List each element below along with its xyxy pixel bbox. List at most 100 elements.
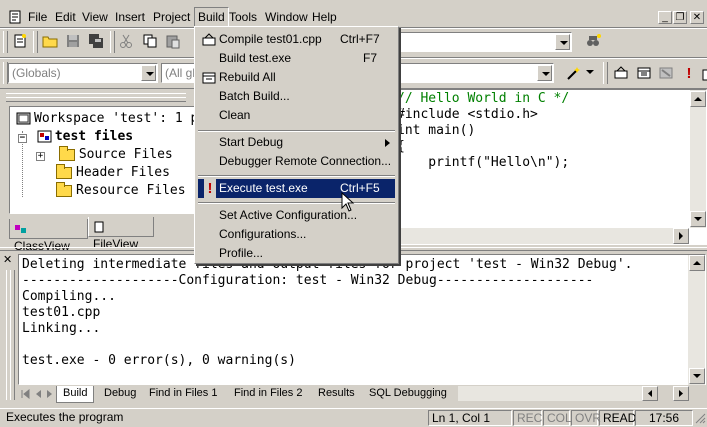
menu-batch-build[interactable]: Batch Build... (198, 87, 395, 106)
size-grip-icon[interactable] (694, 411, 706, 424)
function-combo[interactable] (400, 32, 572, 52)
tab-build[interactable]: Build (56, 386, 95, 403)
tab-find-in-files-1[interactable]: Find in Files 1 (143, 386, 223, 402)
prev-tab-icon[interactable] (33, 388, 43, 398)
output-line: Linking... (22, 321, 101, 336)
tab-classview[interactable]: ClassView (9, 219, 88, 253)
menu-view[interactable]: View (79, 8, 111, 26)
chevron-down-icon[interactable] (555, 34, 570, 50)
scroll-right-icon[interactable] (673, 228, 689, 244)
menu-execute[interactable]: ! Execute test.exe Ctrl+F5 (198, 179, 395, 198)
toolbar-grip (110, 31, 115, 53)
scroll-up-icon[interactable] (690, 91, 706, 107)
scroll-left-icon[interactable] (642, 386, 658, 401)
members-combo[interactable]: (All global members) (161, 63, 196, 83)
breakpoint-hand-icon[interactable] (697, 63, 707, 83)
menu-insert[interactable]: Insert (112, 8, 148, 26)
status-message: Executes the program (6, 410, 124, 424)
menu-edit[interactable]: Edit (52, 8, 79, 26)
menu-clean[interactable]: Clean (198, 106, 395, 125)
menu-tools[interactable]: Tools (226, 8, 260, 26)
tab-fileview[interactable]: FileView (88, 217, 154, 251)
output-window[interactable]: Deleting intermediate files and output f… (18, 254, 706, 385)
open-folder-icon[interactable] (40, 31, 60, 51)
folder-source-files[interactable]: + Source Files (36, 145, 173, 164)
menu-bar: File Edit View Insert Project Build Tool… (0, 3, 707, 29)
folder-header-files[interactable]: Header Files (56, 163, 170, 182)
collapse-icon[interactable]: − (18, 134, 27, 143)
status-read: READ (599, 410, 636, 426)
class-icon (15, 224, 26, 233)
menu-debugger-remote[interactable]: Debugger Remote Connection... (198, 152, 395, 171)
save-all-icon[interactable] (86, 31, 106, 51)
chevron-down-icon[interactable] (586, 70, 594, 74)
execute-exclamation-icon[interactable]: ! (679, 63, 699, 83)
minimize-icon[interactable]: _ (658, 11, 672, 24)
pane-grip[interactable] (10, 270, 15, 400)
code-line: printf("Hello\n"); (397, 155, 570, 170)
menu-profile[interactable]: Profile... (198, 244, 395, 263)
restore-icon[interactable]: ❐ (673, 11, 687, 24)
editor-vertical-scrollbar[interactable] (690, 90, 706, 228)
scroll-right-icon[interactable] (673, 386, 689, 401)
compile-icon[interactable] (611, 63, 631, 83)
workspace-icon (16, 112, 31, 124)
pane-grip[interactable] (6, 97, 186, 102)
chevron-down-icon[interactable] (537, 65, 552, 81)
folder-icon (56, 181, 72, 197)
wizard-wand-icon[interactable] (563, 63, 583, 83)
cut-icon[interactable] (116, 31, 136, 51)
find-in-files-icon[interactable] (583, 31, 603, 51)
menu-compile[interactable]: Compile test01.cpp Ctrl+F7 (198, 30, 395, 49)
code-line: #include <stdio.h> (397, 107, 538, 122)
next-tab-icon[interactable] (45, 388, 55, 398)
close-output-icon[interactable]: ✕ (3, 255, 15, 267)
project-node[interactable]: − test files (18, 128, 133, 146)
tab-find-in-files-2[interactable]: Find in Files 2 (228, 386, 308, 402)
code-line: int main() (397, 123, 476, 138)
toolbar-grip[interactable] (3, 31, 8, 53)
tab-results[interactable]: Results (312, 386, 361, 402)
execute-exclamation-icon: ! (204, 179, 216, 198)
editor-horizontal-scrollbar[interactable] (397, 228, 689, 244)
build-icon[interactable] (634, 63, 654, 83)
status-position: Ln 1, Col 1 (428, 410, 512, 426)
menu-help[interactable]: Help (309, 8, 340, 26)
stop-build-icon[interactable] (656, 63, 676, 83)
globals-combo[interactable]: (Globals) (8, 63, 158, 83)
menu-separator (198, 202, 395, 204)
file-icon (94, 221, 104, 233)
menu-window[interactable]: Window (262, 8, 311, 26)
mouse-cursor-icon (341, 191, 355, 214)
first-tab-icon[interactable] (21, 388, 31, 400)
scroll-down-icon[interactable] (689, 368, 705, 384)
output-vertical-scrollbar[interactable] (688, 255, 705, 385)
menu-configurations[interactable]: Configurations... (198, 225, 395, 244)
menu-file[interactable]: File (25, 8, 50, 26)
paste-icon[interactable] (163, 31, 183, 51)
save-icon[interactable] (63, 31, 83, 51)
status-time: 17:56 (635, 410, 693, 426)
scroll-down-icon[interactable] (690, 211, 706, 227)
close-icon[interactable]: ✕ (690, 11, 704, 24)
menu-build-exe[interactable]: Build test.exe F7 (198, 49, 395, 68)
menu-project[interactable]: Project (150, 8, 193, 26)
expand-icon[interactable]: + (36, 152, 45, 161)
copy-icon[interactable] (140, 31, 160, 51)
submenu-arrow-icon (385, 139, 390, 147)
output-horizontal-scrollbar[interactable] (458, 386, 648, 401)
new-text-file-icon[interactable] (10, 31, 30, 51)
tab-debug[interactable]: Debug (98, 386, 142, 402)
compile-icon (202, 33, 216, 46)
folder-resource-files[interactable]: Resource Files (56, 181, 186, 200)
document-icon[interactable] (8, 10, 22, 24)
scroll-up-icon[interactable] (689, 255, 705, 271)
menu-set-active-config[interactable]: Set Active Configuration... (198, 206, 395, 225)
output-line: test.exe - 0 error(s), 0 warning(s) (22, 353, 296, 368)
chevron-down-icon[interactable] (141, 65, 156, 81)
tab-sql-debugging[interactable]: SQL Debugging (363, 386, 453, 402)
project-icon (37, 130, 52, 142)
function-list-combo[interactable] (400, 63, 554, 83)
menu-rebuild-all[interactable]: Rebuild All (198, 68, 395, 87)
menu-start-debug[interactable]: Start Debug (198, 133, 395, 152)
